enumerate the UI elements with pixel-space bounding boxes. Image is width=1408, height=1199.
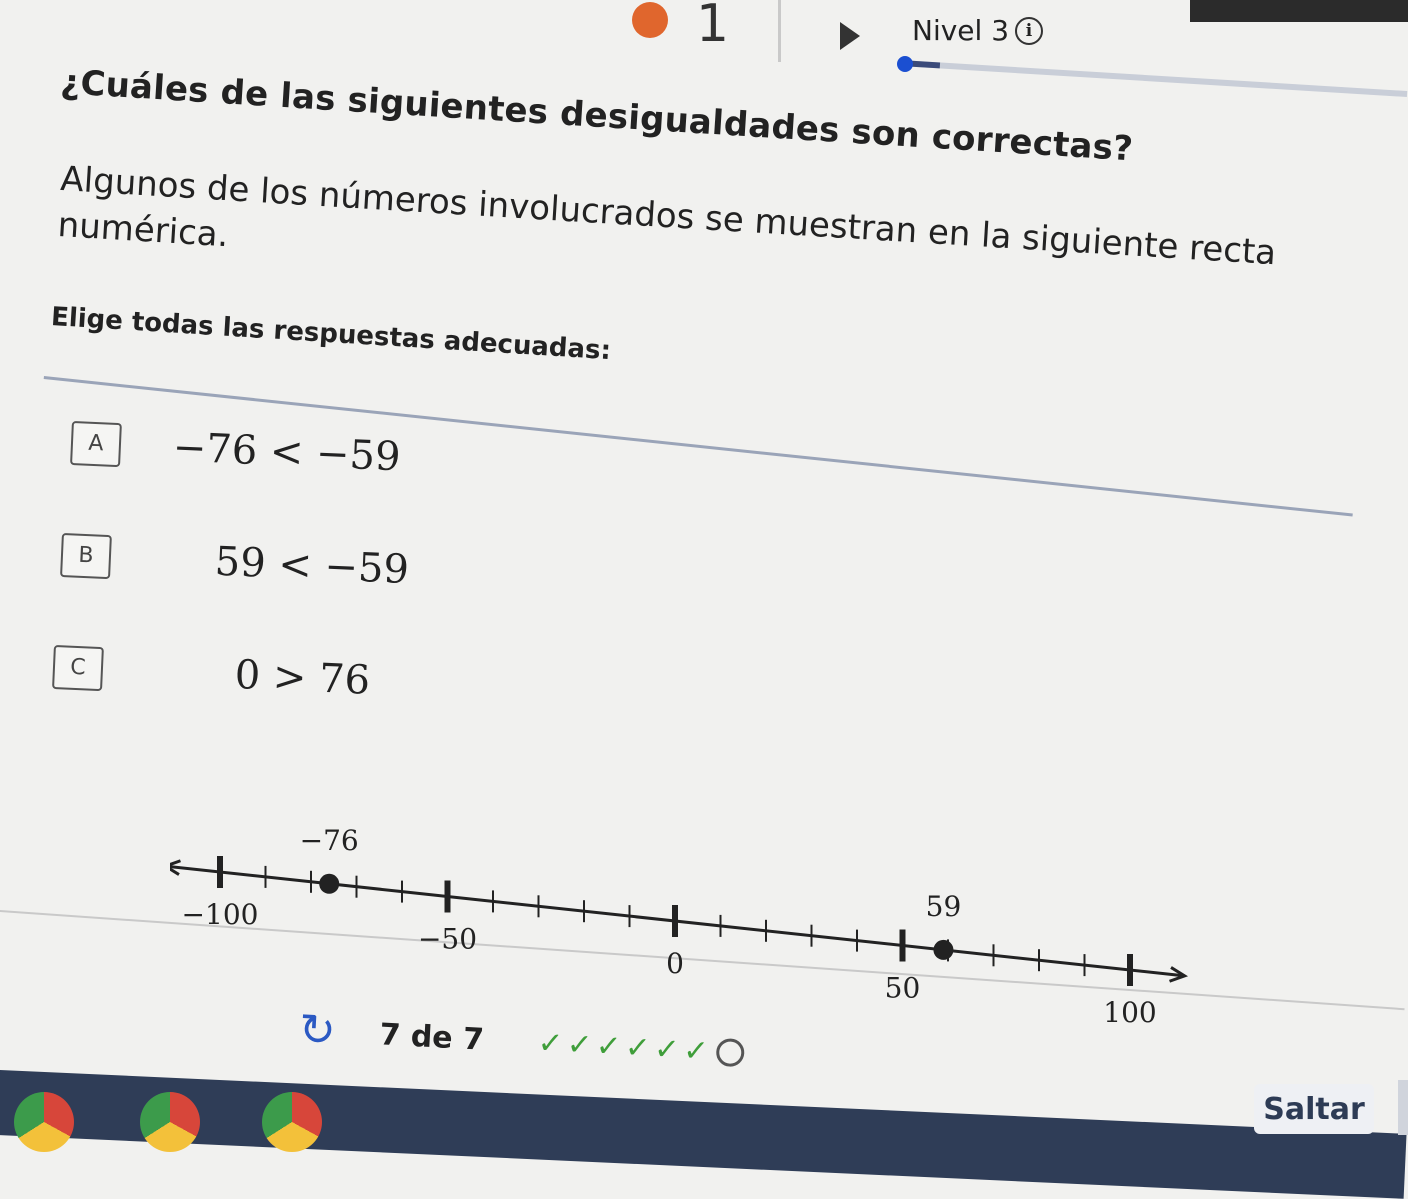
tick-label: 100: [1103, 996, 1156, 1029]
question-instruction: Algunos de los números involucrados se m…: [56, 158, 1278, 274]
choose-all-label: Elige todas las respuestas adecuadas:: [50, 302, 612, 367]
check-mark-icon: ✓: [536, 1025, 564, 1062]
info-icon[interactable]: i: [1015, 16, 1044, 45]
browser-icon[interactable]: [262, 1092, 322, 1152]
question-title: ¿Cuáles de las siguientes desigualdades …: [59, 62, 1135, 170]
taskbar: [0, 1070, 1407, 1199]
browser-icon[interactable]: [14, 1092, 74, 1152]
level-progress-bar: [899, 60, 1408, 98]
option-a[interactable]: A −76 < −59: [70, 420, 401, 480]
level-label: Nivel 3: [912, 14, 1010, 47]
header-divider: [778, 0, 781, 62]
level-label-group: Nivel 3 i: [912, 14, 1044, 47]
option-expression-b: 59 < −59: [213, 538, 410, 594]
option-letter-b[interactable]: B: [60, 532, 112, 580]
skip-button[interactable]: Saltar: [1254, 1084, 1374, 1134]
number-line-point: [319, 873, 340, 894]
option-letter-a[interactable]: A: [70, 420, 122, 468]
tick-label: −50: [418, 923, 477, 956]
check-mark-icon: ✓: [566, 1026, 593, 1063]
level-progress-marker: [897, 56, 913, 72]
option-expression-c: 0 > 76: [233, 651, 371, 704]
option-b[interactable]: B 59 < −59: [60, 532, 410, 593]
check-mark-icon: ✓: [595, 1028, 623, 1065]
point-label: 59: [926, 890, 962, 923]
option-letter-c[interactable]: C: [52, 644, 104, 692]
side-tab: [1398, 1080, 1408, 1135]
browser-icon[interactable]: [140, 1092, 200, 1152]
number-line-point: [933, 939, 954, 960]
tick-label: 0: [666, 947, 684, 980]
check-mark-icon: ✓: [653, 1031, 681, 1068]
level-number: 1: [696, 0, 730, 54]
play-icon[interactable]: [840, 22, 860, 50]
progress-text: 7 de 7: [378, 1016, 485, 1058]
progress-checks: ✓ ✓ ✓ ✓ ✓ ✓: [536, 1025, 746, 1071]
option-expression-a: −76 < −59: [171, 424, 402, 481]
pending-circle-icon: [715, 1037, 746, 1068]
refresh-icon[interactable]: ↻: [298, 1004, 337, 1057]
check-mark-icon: ✓: [682, 1032, 710, 1069]
tick-label: −100: [182, 898, 259, 931]
level-indicator-dot: [632, 2, 668, 38]
point-label: −76: [300, 824, 359, 857]
check-mark-icon: ✓: [624, 1029, 652, 1066]
window-top-edge: [1190, 0, 1408, 22]
option-c[interactable]: C 0 > 76: [52, 644, 371, 704]
tick-label: 50: [885, 972, 921, 1005]
